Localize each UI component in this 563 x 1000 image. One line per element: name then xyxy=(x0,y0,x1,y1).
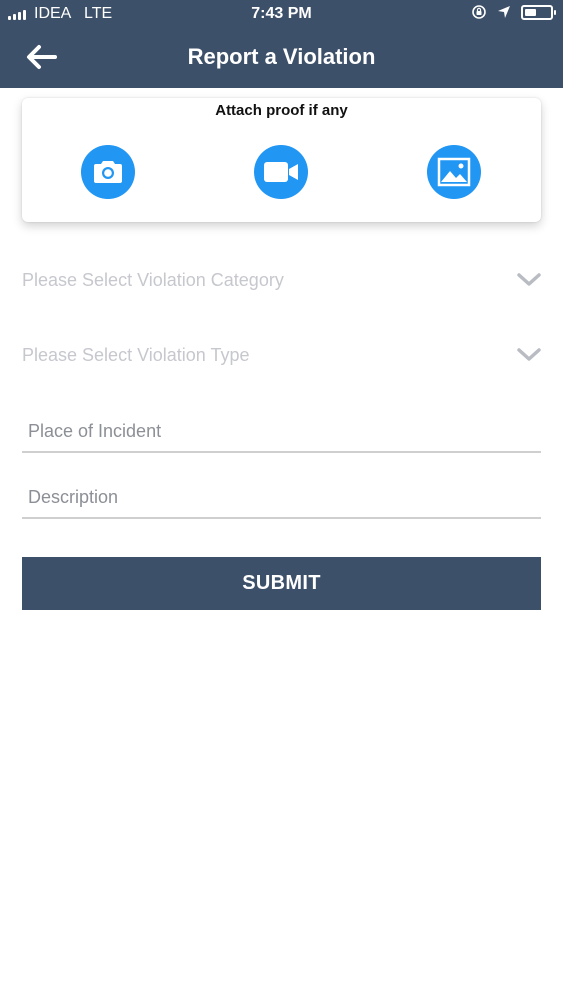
attach-proof-card: Attach proof if any xyxy=(22,98,541,222)
gallery-button[interactable] xyxy=(427,145,481,199)
violation-type-select[interactable]: Please Select Violation Type xyxy=(22,337,541,377)
video-button[interactable] xyxy=(254,145,308,199)
attach-proof-title: Attach proof if any xyxy=(215,102,348,119)
status-icons xyxy=(471,4,556,20)
location-arrow-icon xyxy=(498,6,510,18)
status-bar: IDEA LTE 7:43 PM xyxy=(0,0,563,30)
app-header: IDEA LTE 7:43 PM Report a Violation xyxy=(0,0,563,88)
camera-button[interactable] xyxy=(81,145,135,199)
video-icon xyxy=(264,162,298,182)
chevron-down-icon xyxy=(517,273,541,286)
violation-type-placeholder: Please Select Violation Type xyxy=(22,345,250,365)
place-of-incident-input[interactable] xyxy=(22,405,541,451)
image-icon xyxy=(437,157,471,187)
page-title: Report a Violation xyxy=(187,44,376,69)
violation-category-select[interactable]: Please Select Violation Category xyxy=(22,262,541,302)
battery-icon xyxy=(521,4,556,20)
violation-category-placeholder: Please Select Violation Category xyxy=(22,270,284,290)
orientation-lock-icon xyxy=(472,5,486,19)
description-input[interactable] xyxy=(22,471,541,517)
place-of-incident-field xyxy=(22,405,541,453)
submit-button[interactable]: SUBMIT xyxy=(22,557,541,610)
camera-icon xyxy=(94,161,122,183)
chevron-down-icon xyxy=(517,348,541,361)
description-field xyxy=(22,471,541,519)
